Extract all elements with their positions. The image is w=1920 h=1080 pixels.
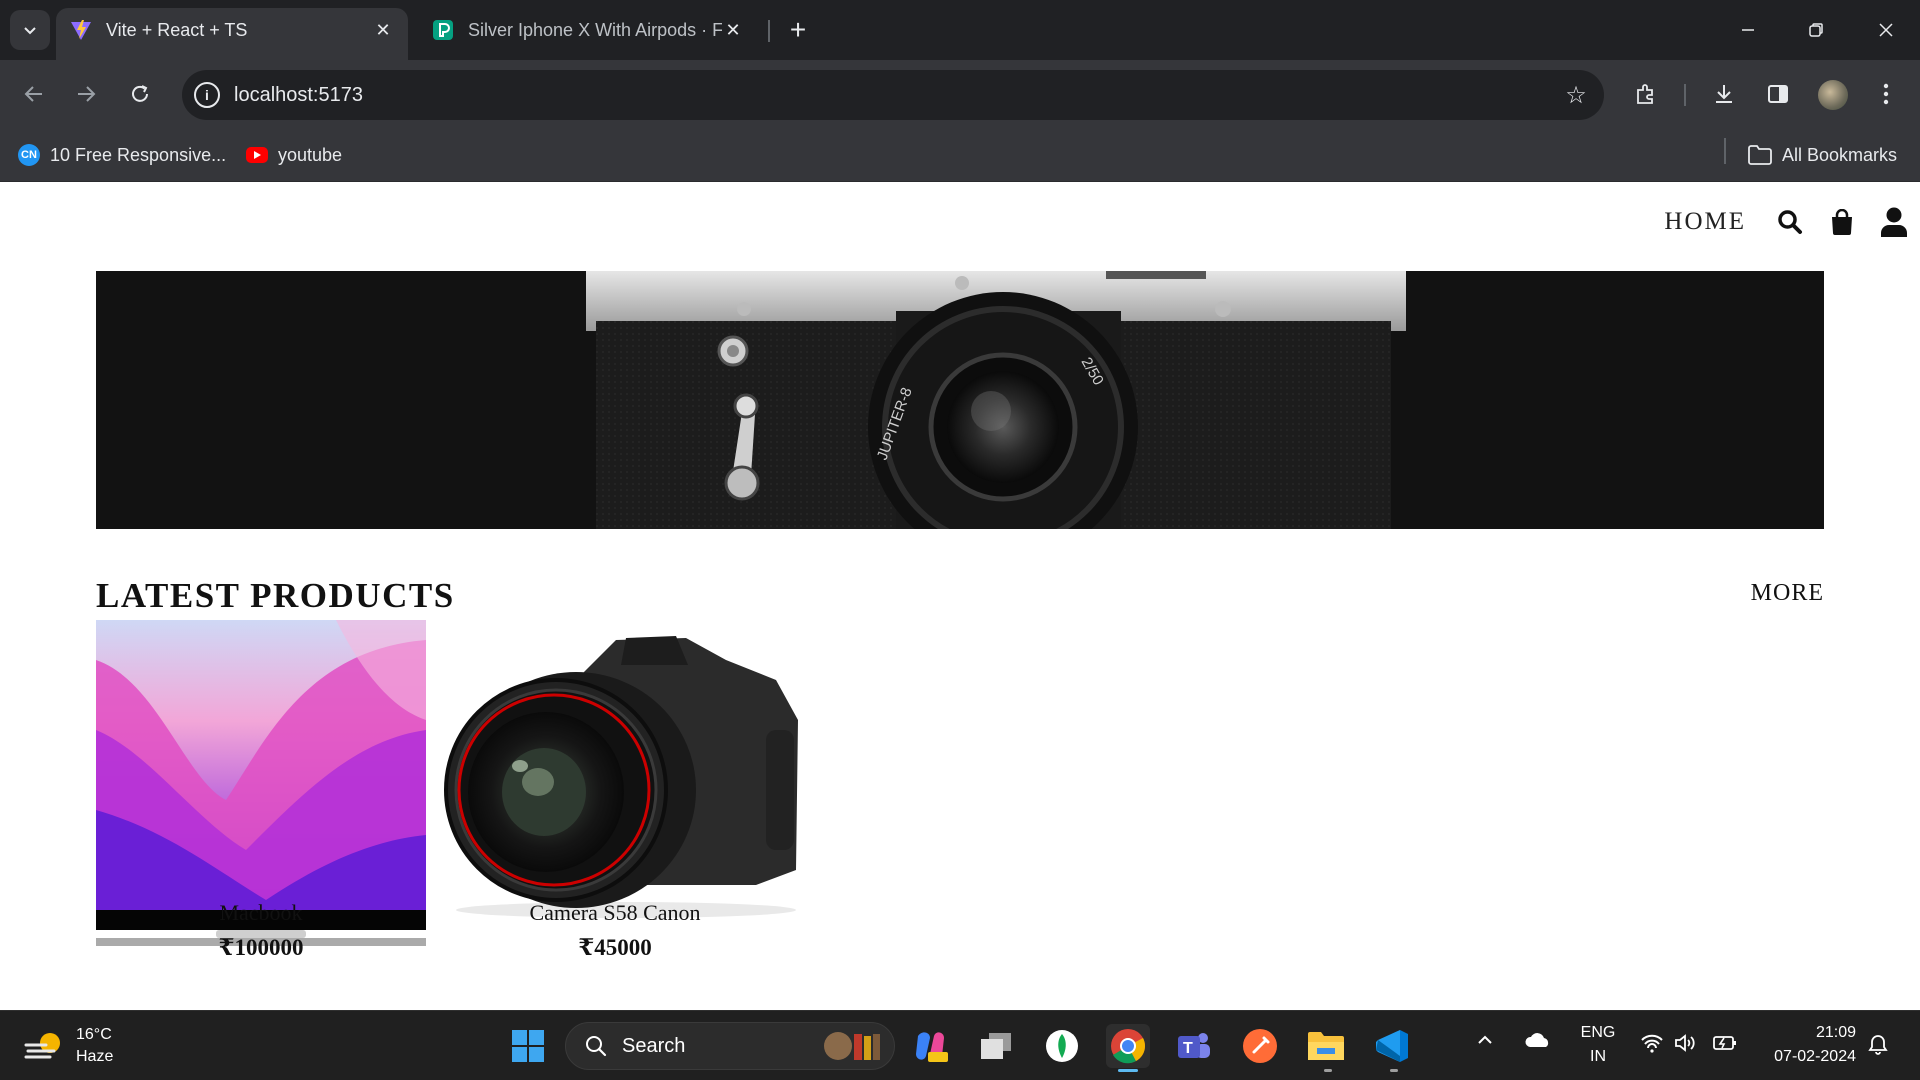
- language-code: ENG: [1580, 1024, 1616, 1041]
- section-title: LATEST PRODUCTS: [96, 576, 455, 615]
- back-icon[interactable]: [14, 74, 54, 114]
- bookmark-label: youtube: [278, 144, 343, 165]
- copilot-icon[interactable]: [908, 1024, 952, 1068]
- toolbar-separator: [1684, 84, 1686, 106]
- clock[interactable]: 21:09 07-02-2024: [1756, 1021, 1856, 1069]
- running-indicator: [1324, 1069, 1332, 1072]
- file-explorer-icon[interactable]: [1304, 1024, 1348, 1068]
- haze-weather-icon: [24, 1033, 60, 1059]
- new-tab-button[interactable]: +: [780, 12, 816, 48]
- teams-icon[interactable]: T: [1172, 1024, 1216, 1068]
- tab-search-button[interactable]: [10, 10, 50, 50]
- clock-time: 21:09: [1815, 1024, 1856, 1041]
- side-panel-icon[interactable]: [1760, 76, 1796, 112]
- taskbar-search[interactable]: Search: [565, 1022, 895, 1070]
- search-highlight-image: [824, 1032, 880, 1060]
- weather-temp: 16°C: [76, 1026, 112, 1043]
- hero-banner: JUPITER-8 2/50: [96, 271, 1824, 529]
- close-icon[interactable]: ✕: [372, 20, 394, 41]
- forward-icon[interactable]: [66, 74, 106, 114]
- user-icon[interactable]: [1880, 207, 1908, 237]
- svg-text:T: T: [1183, 1040, 1193, 1057]
- task-view-icon[interactable]: [974, 1024, 1018, 1068]
- tab-vite-react[interactable]: Vite + React + TS ✕: [56, 8, 408, 60]
- tab-title: Silver Iphone X With Airpods · F: [468, 19, 722, 40]
- wifi-icon[interactable]: [1640, 1033, 1664, 1061]
- more-link[interactable]: MORE: [1751, 580, 1824, 607]
- search-icon: [586, 1036, 607, 1057]
- reload-icon[interactable]: [120, 74, 160, 114]
- vintage-camera-banner: JUPITER-8 2/50: [96, 271, 1824, 529]
- pexels-icon: [433, 20, 453, 40]
- language-region: IN: [1590, 1048, 1606, 1065]
- address-bar[interactable]: i localhost:5173 ☆: [182, 70, 1604, 120]
- nav-home-link[interactable]: HOME: [1664, 208, 1746, 236]
- bookmark-item[interactable]: CN 10 Free Responsive...: [18, 140, 226, 170]
- battery-icon[interactable]: [1712, 1033, 1738, 1061]
- clock-date: 07-02-2024: [1774, 1048, 1856, 1065]
- onedrive-icon[interactable]: [1524, 1031, 1552, 1057]
- language-indicator[interactable]: ENG IN: [1578, 1021, 1618, 1069]
- tab-title: Vite + React + TS: [106, 19, 248, 40]
- canon-camera-image: [444, 636, 798, 918]
- browser-tab-strip: Vite + React + TS ✕ Silver Iphone X With…: [0, 0, 1920, 60]
- vscode-icon[interactable]: [1370, 1024, 1414, 1068]
- page-content: HOME JUPITER-8 2/50 LATEST PRODUCTS MORE…: [0, 182, 1920, 1010]
- codingnepal-icon: CN: [18, 144, 40, 166]
- product-price: ₹100000: [218, 935, 304, 960]
- weather-condition: Haze: [76, 1048, 114, 1065]
- search-icon[interactable]: [1776, 208, 1804, 236]
- latest-products-header: LATEST PRODUCTS MORE: [96, 576, 1824, 620]
- url-text[interactable]: localhost:5173: [234, 84, 1556, 107]
- window-close-icon[interactable]: [1864, 12, 1908, 48]
- volume-icon[interactable]: [1674, 1033, 1698, 1061]
- product-price: ₹45000: [578, 935, 652, 960]
- chevron-down-icon: [24, 27, 36, 35]
- windows-taskbar: 16°C Haze Search T ENG IN 21:09 07-02-20…: [0, 1010, 1920, 1080]
- product-name: Camera S58 Canon: [529, 900, 701, 925]
- site-navbar: HOME: [1664, 202, 1920, 242]
- extensions-icon[interactable]: [1628, 76, 1664, 112]
- profile-avatar[interactable]: [1818, 80, 1848, 110]
- all-bookmarks-label: All Bookmarks: [1782, 144, 1898, 165]
- more-menu-icon[interactable]: [1868, 76, 1904, 112]
- product-card[interactable]: Macbook ₹100000: [96, 620, 426, 980]
- tab-separator: [768, 20, 770, 42]
- bookmarks-separator: [1724, 138, 1726, 164]
- windows-start-icon[interactable]: [506, 1024, 550, 1068]
- tab-silver-iphone[interactable]: Silver Iphone X With Airpods · F ✕: [418, 8, 758, 52]
- bookmarks-bar: CN 10 Free Responsive... youtube All Boo…: [0, 128, 1920, 182]
- product-card[interactable]: Camera S58 Canon ₹45000: [426, 620, 804, 980]
- minimize-icon[interactable]: [1726, 12, 1770, 48]
- download-icon[interactable]: [1706, 76, 1742, 112]
- vite-icon: [71, 20, 91, 40]
- search-placeholder: Search: [622, 1034, 686, 1057]
- bookmark-label: 10 Free Responsive...: [50, 144, 227, 165]
- browser-toolbar: i localhost:5173 ☆: [0, 60, 1920, 128]
- active-indicator: [1118, 1069, 1138, 1072]
- bookmark-star-icon[interactable]: ☆: [1556, 81, 1596, 110]
- close-icon[interactable]: ✕: [722, 20, 744, 41]
- product-name: Macbook: [219, 900, 303, 925]
- all-bookmarks-button[interactable]: All Bookmarks: [1748, 140, 1897, 170]
- chrome-icon[interactable]: [1106, 1024, 1150, 1068]
- site-info-icon[interactable]: i: [194, 82, 220, 108]
- running-indicator: [1390, 1069, 1398, 1072]
- weather-widget[interactable]: 16°C Haze: [24, 1021, 113, 1071]
- restore-icon[interactable]: [1794, 12, 1838, 48]
- tray-overflow-icon[interactable]: [1476, 1031, 1494, 1057]
- mongodb-compass-icon[interactable]: [1040, 1024, 1084, 1068]
- notifications-icon[interactable]: [1866, 1033, 1890, 1065]
- postman-icon[interactable]: [1238, 1024, 1282, 1068]
- folder-icon: [1748, 145, 1772, 165]
- youtube-icon: [246, 147, 268, 163]
- bookmark-item[interactable]: youtube: [246, 140, 342, 170]
- shopping-bag-icon[interactable]: [1828, 208, 1856, 236]
